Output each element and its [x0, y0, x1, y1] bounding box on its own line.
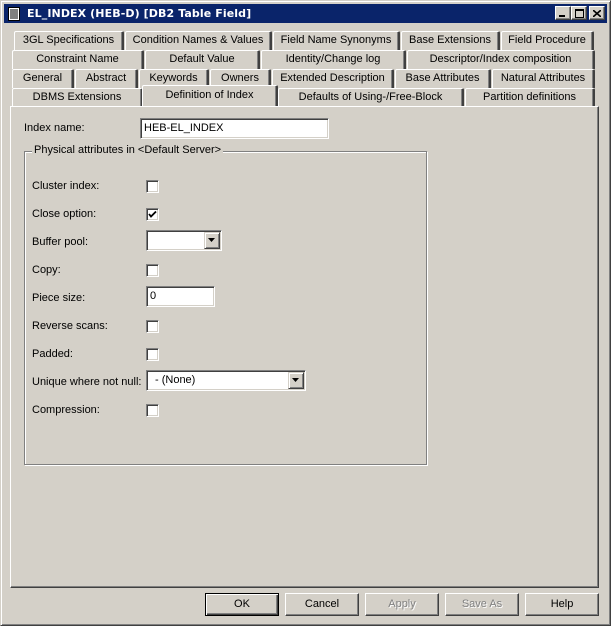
close-button[interactable] — [589, 6, 605, 20]
tab-identity-change-log[interactable]: Identity/Change log — [261, 50, 406, 69]
compression-checkbox[interactable] — [146, 404, 159, 417]
tab-field-procedure[interactable]: Field Procedure — [501, 31, 594, 50]
padded-checkbox[interactable] — [146, 348, 159, 361]
document-icon — [8, 6, 22, 21]
padded-label: Padded: — [32, 348, 73, 360]
close-icon — [593, 9, 601, 17]
checkmark-icon — [148, 210, 157, 218]
reverse-scans-label: Reverse scans: — [32, 320, 108, 332]
physical-attributes-group: Physical attributes in <Default Server> … — [24, 144, 427, 465]
reverse-scans-checkbox[interactable] — [146, 320, 159, 333]
cluster-index-checkbox[interactable] — [146, 180, 159, 193]
tab-panel: Index name: HEB-EL_INDEX Physical attrib… — [10, 106, 599, 588]
tab-abstract[interactable]: Abstract — [75, 69, 138, 88]
tab-extended-description[interactable]: Extended Description — [272, 69, 394, 88]
compression-label: Compression: — [32, 404, 100, 416]
unique-where-not-null-dropdown[interactable]: - (None) — [146, 370, 306, 391]
tab-natural-attributes[interactable]: Natural Attributes — [492, 69, 595, 88]
maximize-button[interactable] — [571, 6, 587, 20]
tab-condition-names-values[interactable]: Condition Names & Values — [125, 31, 272, 50]
unique-where-not-null-label: Unique where not null: — [32, 376, 142, 388]
dialog-window: EL_INDEX (HEB-D) [DB2 Table Field] 3GL S… — [0, 0, 611, 626]
piece-size-input[interactable]: 0 — [146, 286, 215, 307]
tab-default-value[interactable]: Default Value — [145, 50, 260, 69]
tab-dbms-extensions[interactable]: DBMS Extensions — [12, 88, 143, 107]
maximize-icon — [574, 8, 584, 18]
tab-definition-of-index[interactable]: Definition of Index — [142, 85, 278, 106]
unique-where-not-null-dropdown-button[interactable] — [288, 372, 304, 389]
index-name-input[interactable]: HEB-EL_INDEX — [140, 118, 329, 139]
minimize-icon — [559, 15, 565, 17]
minimize-button[interactable] — [555, 6, 571, 20]
tab-partition-definitions[interactable]: Partition definitions — [465, 88, 595, 107]
tab-descriptor-index-composition[interactable]: Descriptor/Index composition — [407, 50, 595, 69]
copy-checkbox[interactable] — [146, 264, 159, 277]
tab-defaults-of-using-free-block[interactable]: Defaults of Using-/Free-Block — [278, 88, 464, 107]
unique-where-not-null-value: - (None) — [155, 374, 196, 386]
tab-base-extensions[interactable]: Base Extensions — [401, 31, 500, 50]
close-option-label: Close option: — [32, 208, 97, 220]
tab-general[interactable]: General — [12, 69, 74, 88]
save-as-button[interactable]: Save As — [445, 593, 519, 616]
tab-constraint-name[interactable]: Constraint Name — [12, 50, 144, 69]
ok-button[interactable]: OK — [205, 593, 279, 616]
window-title: EL_INDEX (HEB-D) [DB2 Table Field] — [27, 7, 252, 20]
buffer-pool-label: Buffer pool: — [32, 236, 89, 248]
copy-label: Copy: — [32, 264, 61, 276]
tab-base-attributes[interactable]: Base Attributes — [395, 69, 491, 88]
title-bar[interactable]: EL_INDEX (HEB-D) [DB2 Table Field] — [4, 4, 607, 23]
tab-field-name-synonyms[interactable]: Field Name Synonyms — [273, 31, 400, 50]
apply-button[interactable]: Apply — [365, 593, 439, 616]
cancel-button[interactable]: Cancel — [285, 593, 359, 616]
group-title: Physical attributes in <Default Server> — [32, 144, 224, 156]
buffer-pool-dropdown[interactable] — [146, 230, 222, 251]
index-name-label: Index name: — [24, 122, 85, 134]
cluster-index-label: Cluster index: — [32, 180, 100, 192]
piece-size-label: Piece size: — [32, 292, 86, 304]
buffer-pool-dropdown-button[interactable] — [204, 232, 220, 249]
chevron-down-icon — [208, 238, 215, 242]
chevron-down-icon — [292, 378, 299, 382]
help-button[interactable]: Help — [525, 593, 599, 616]
close-option-checkbox[interactable] — [146, 208, 159, 221]
tab-3gl-specifications[interactable]: 3GL Specifications — [14, 31, 124, 50]
